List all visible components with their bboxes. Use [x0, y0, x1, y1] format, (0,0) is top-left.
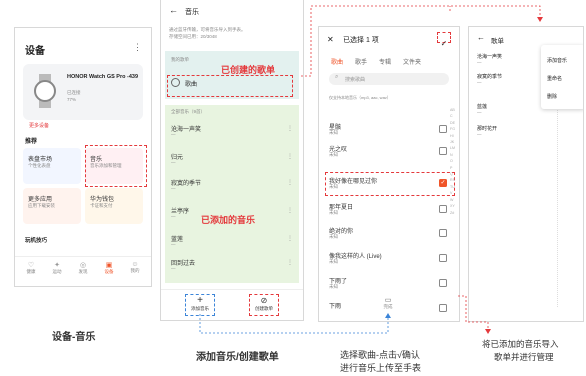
- create-playlist-button[interactable]: ⊘ 创建歌单: [249, 294, 279, 316]
- menu-item-delete[interactable]: 删除: [547, 93, 557, 100]
- confirm-button[interactable]: ✓: [437, 32, 451, 48]
- checkbox[interactable]: [439, 304, 447, 312]
- user-icon: ☺: [131, 261, 139, 268]
- song-row[interactable]: 沧海一声笑 —: [477, 53, 547, 69]
- watch-icon: [33, 74, 57, 108]
- device-status: 已连接: [67, 90, 81, 95]
- back-icon[interactable]: ←: [477, 33, 485, 42]
- screen-playlist: ← 歌单 沧海一声笑 — 寂寞的季节 — 蓝莲 — 那时花开 — 添加音乐 重命…: [468, 26, 584, 322]
- checkbox[interactable]: [439, 254, 447, 262]
- tabs: 歌曲 歌手 专辑 文件夹: [331, 57, 451, 67]
- alphabet-index[interactable]: ABCDEFGHIJKLMNOPQRSTUVWXYZ#: [450, 107, 455, 216]
- checkbox[interactable]: [439, 205, 447, 213]
- tab-sport[interactable]: ✦ 运动: [47, 261, 67, 275]
- compass-icon: ◎: [79, 262, 87, 269]
- tab-health[interactable]: ♡ 健康: [21, 261, 41, 275]
- more-icon[interactable]: ⋮: [287, 259, 293, 266]
- more-icon[interactable]: ⋮: [287, 153, 293, 160]
- checkbox[interactable]: [439, 125, 447, 133]
- more-icon[interactable]: ⋮: [287, 179, 293, 186]
- recommend-heading: 推荐: [25, 139, 38, 145]
- add-music-button[interactable]: + 添加音乐: [185, 294, 215, 316]
- popup-menu: 添加音乐 重命名 删除: [541, 45, 583, 109]
- heart-icon: ♡: [27, 262, 35, 269]
- screen-select-songs: ✕ 已选择 1 项 ✓ 歌曲 歌手 专辑 文件夹 ⌕ 搜索歌曲 仅支持本地音乐（…: [318, 26, 460, 322]
- watch-tab-icon: ▣: [105, 262, 113, 269]
- done-icon: ▭: [384, 297, 392, 304]
- more-icon[interactable]: ⋮: [287, 235, 293, 242]
- storage-info: 存储空间已用：20/3048: [169, 34, 217, 39]
- page-title: 已选择 1 项: [343, 37, 379, 44]
- caption-4a: 将已添加的音乐导入: [482, 339, 559, 349]
- tab-songs[interactable]: 歌曲: [331, 57, 343, 66]
- page-title: 歌单: [491, 38, 504, 45]
- close-icon[interactable]: ✕: [327, 35, 334, 44]
- search-icon: ⌕: [335, 74, 339, 80]
- more-icon[interactable]: ⋮: [287, 207, 293, 214]
- run-icon: ✦: [54, 262, 60, 269]
- tips-heading: 玩机技巧: [25, 238, 48, 244]
- song-row[interactable]: 那时花开 —: [477, 125, 547, 141]
- tab-device[interactable]: ▣ 设备: [99, 261, 119, 275]
- caption-1: 设备-音乐: [52, 332, 96, 343]
- song-row[interactable]: 寂寞的季节 — ⋮: [171, 177, 295, 195]
- alphabet-index: [557, 107, 562, 307]
- tab-me[interactable]: ☺ 我的: [125, 261, 145, 274]
- search-input[interactable]: ⌕ 搜索歌曲: [329, 73, 449, 85]
- page-title: 音乐: [185, 9, 199, 16]
- back-icon[interactable]: ←: [169, 5, 178, 15]
- song-row[interactable]: 寂寞的季节 —: [477, 73, 547, 89]
- tab-discover[interactable]: ◎ 发现: [73, 261, 93, 275]
- bottom-tab-bar: ♡ 健康 ✦ 运动 ◎ 发现 ▣ 设备 ☺ 我的: [15, 256, 151, 286]
- menu-item-add[interactable]: 添加音乐: [547, 57, 567, 64]
- list-item[interactable]: 光之叹 未知: [329, 144, 453, 162]
- checkmark-icon: ✓: [440, 39, 448, 48]
- tab-singer[interactable]: 歌手: [355, 57, 367, 66]
- tab-folder[interactable]: 文件夹: [403, 57, 421, 66]
- battery-level: 77%: [67, 97, 77, 102]
- plus-icon: +: [197, 295, 203, 306]
- more-icon[interactable]: ⋮: [287, 125, 293, 132]
- more-devices-link[interactable]: 更多设备: [29, 122, 49, 129]
- checkbox[interactable]: [439, 147, 447, 155]
- song-row[interactable]: 蓝莲 —: [477, 103, 547, 119]
- checkbox[interactable]: [439, 229, 447, 237]
- screen-music: ← 音乐 通过蓝牙传输，可将音乐导入到手表。 存储空间已用：20/3048 我的…: [160, 0, 304, 321]
- list-item[interactable]: 星骸 未知: [329, 122, 453, 140]
- bottom-action-bar: + 添加音乐 ⊘ 创建歌单: [161, 289, 303, 320]
- description: 通过蓝牙传输，可将音乐导入到手表。: [169, 27, 246, 32]
- song-row[interactable]: 兰亭序 — ⋮: [171, 205, 295, 223]
- page-title: 设备: [25, 46, 45, 57]
- card-watchface[interactable]: 表盘市场 个性化表盘: [23, 148, 81, 184]
- card-more-apps[interactable]: 更多应用 应用下载安装: [23, 188, 81, 224]
- device-card[interactable]: HONOR Watch GS Pro -439 已连接 77%: [23, 64, 143, 120]
- list-item[interactable]: 下雨了 未知: [329, 276, 453, 294]
- song-row[interactable]: 蓝莲 — ⋮: [171, 233, 295, 251]
- more-icon[interactable]: ⋮: [133, 42, 142, 53]
- caption-4b: 歌单并进行管理: [494, 352, 554, 362]
- song-row[interactable]: 沧海一声笑 — ⋮: [171, 123, 295, 141]
- checkbox[interactable]: [439, 279, 447, 287]
- tab-album[interactable]: 专辑: [379, 57, 391, 66]
- screen-device: 设备 ⋮ HONOR Watch GS Pro -439 已连接 77% 更多设…: [14, 27, 152, 287]
- format-hint: 仅支持本地音乐（mp3, aac, wav）: [329, 95, 391, 100]
- selected-highlight: [325, 172, 455, 196]
- music-highlight: [85, 145, 147, 187]
- menu-item-rename[interactable]: 重命名: [547, 75, 562, 82]
- caption-2: 添加音乐/创建歌单: [196, 352, 279, 363]
- device-name: HONOR Watch GS Pro -439: [67, 74, 139, 80]
- list-item[interactable]: 那年夏日 未知: [329, 202, 453, 220]
- card-wallet[interactable]: 华为钱包 卡证和支付: [85, 188, 143, 224]
- playlist-add-icon: ⊘: [260, 296, 268, 305]
- list-item[interactable]: 绝对的你 未知: [329, 226, 453, 244]
- song-row[interactable]: 归元 — ⋮: [171, 151, 295, 169]
- caption-3a: 选择歌曲-点击√确认: [340, 350, 420, 360]
- done-button[interactable]: ▭ 完成: [368, 296, 408, 316]
- caption-3b: 进行音乐上传至手表: [340, 363, 422, 373]
- song-row[interactable]: 回到过去 — ⋮: [171, 257, 295, 275]
- list-item[interactable]: 像我这样的人 (Live) 未知: [329, 251, 453, 269]
- playlist-highlight: [167, 75, 293, 97]
